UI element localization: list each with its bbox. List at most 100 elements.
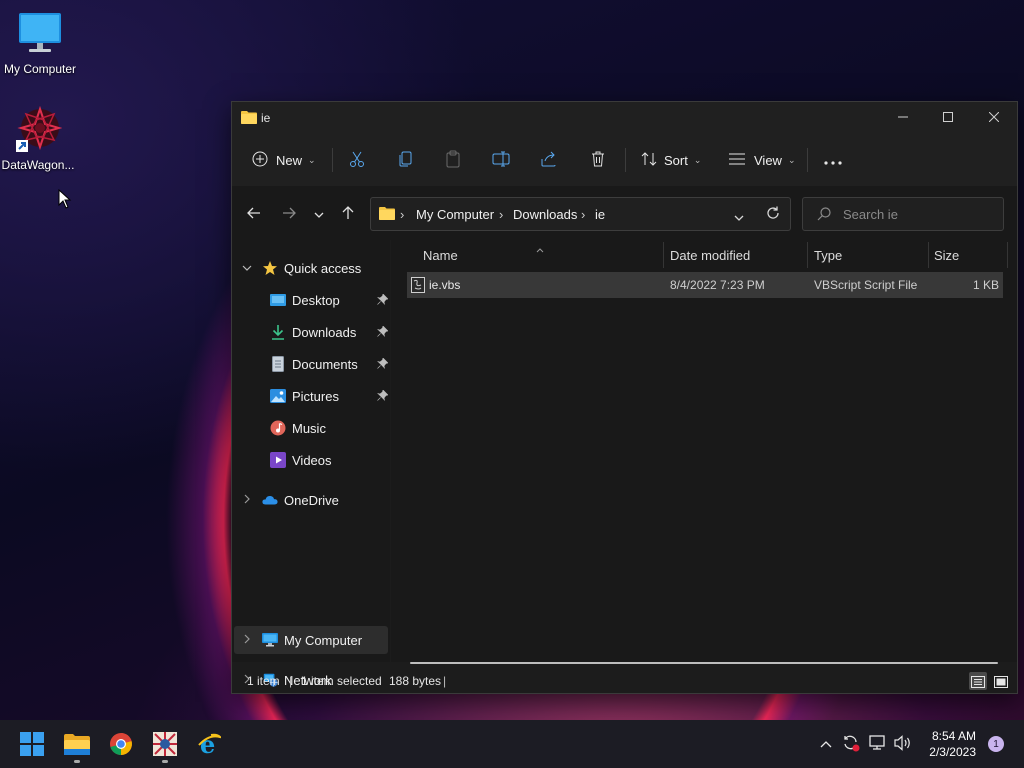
share-button[interactable] xyxy=(540,144,558,176)
column-header-size[interactable]: Size xyxy=(934,248,959,263)
delete-button[interactable] xyxy=(589,144,607,176)
folder-icon xyxy=(241,110,257,127)
taskbar-datawagon[interactable] xyxy=(145,728,185,763)
breadcrumb-downloads[interactable]: Downloads xyxy=(513,207,577,222)
scissors-icon xyxy=(348,150,366,171)
paste-button[interactable] xyxy=(444,144,462,176)
nav-my-computer[interactable]: My Computer xyxy=(262,626,362,654)
column-divider[interactable] xyxy=(1007,242,1008,268)
column-divider[interactable] xyxy=(807,242,808,268)
search-box[interactable]: Search ie xyxy=(802,197,1004,231)
tray-volume-icon[interactable] xyxy=(893,734,913,754)
nav-item-videos[interactable]: Videos xyxy=(270,446,332,474)
close-button[interactable] xyxy=(971,102,1017,132)
nav-label: Desktop xyxy=(292,292,340,308)
minimize-button[interactable] xyxy=(880,102,926,132)
music-icon xyxy=(270,420,286,436)
trash-icon xyxy=(589,150,607,171)
column-divider[interactable] xyxy=(663,242,664,268)
nav-quick-access[interactable]: Quick access xyxy=(262,254,361,282)
chevron-down-icon[interactable] xyxy=(242,263,252,274)
more-options-button[interactable] xyxy=(824,144,842,176)
start-button[interactable] xyxy=(12,728,52,762)
column-header-type[interactable]: Type xyxy=(814,248,842,263)
address-bar[interactable]: › My Computer › Downloads › ie xyxy=(370,197,791,231)
file-explorer-window: ie New ⌄ Sort ⌄ View ⌄ › My Computer › D… xyxy=(231,101,1018,694)
cut-button[interactable] xyxy=(348,144,366,176)
chevron-up-icon xyxy=(820,737,832,751)
status-bytes: 188 bytes xyxy=(389,674,442,688)
address-dropdown-button[interactable] xyxy=(734,210,744,224)
desktop-icon-datawagon[interactable]: DataWagon... xyxy=(0,105,78,172)
nav-item-documents[interactable]: Documents xyxy=(270,350,389,378)
back-button[interactable] xyxy=(242,204,266,224)
chevron-right-icon[interactable] xyxy=(244,494,250,507)
pin-icon xyxy=(377,293,389,308)
sort-label: Sort xyxy=(664,152,688,168)
sort-button[interactable]: Sort ⌄ xyxy=(640,144,701,176)
star-icon xyxy=(262,260,278,276)
nav-label: Pictures xyxy=(292,388,339,404)
large-icons-view-button[interactable] xyxy=(992,672,1010,690)
taskbar-file-explorer[interactable] xyxy=(57,728,97,763)
nav-label: Videos xyxy=(292,452,332,468)
status-divider: | xyxy=(443,674,447,688)
maximize-button[interactable] xyxy=(925,102,971,132)
nav-item-desktop[interactable]: Desktop xyxy=(270,286,389,314)
monitor-icon xyxy=(16,10,64,58)
title-bar[interactable]: ie xyxy=(232,102,1017,132)
horizontal-scrollbar[interactable] xyxy=(410,662,998,664)
pictures-icon xyxy=(270,388,286,404)
column-header-name[interactable]: Name xyxy=(423,248,458,263)
nav-item-music[interactable]: Music xyxy=(270,414,326,442)
view-label: View xyxy=(754,152,782,168)
breadcrumb-my-computer[interactable]: My Computer xyxy=(416,207,494,222)
desktop-icon-my-computer[interactable]: My Computer xyxy=(0,10,80,76)
nav-item-downloads[interactable]: Downloads xyxy=(270,318,389,346)
copy-button[interactable] xyxy=(397,144,415,176)
taskbar-internet-explorer[interactable]: e xyxy=(189,728,229,762)
forward-button[interactable] xyxy=(277,204,301,224)
clock-date: 2/3/2023 xyxy=(929,745,976,759)
new-label: New xyxy=(276,152,303,168)
arrow-right-icon xyxy=(282,207,296,222)
taskbar-chrome[interactable] xyxy=(101,728,141,762)
tiles-view-icon xyxy=(994,676,1008,691)
file-date-modified: 8/4/2022 7:23 PM xyxy=(670,278,765,292)
clipboard-icon xyxy=(444,150,462,171)
arrow-left-icon xyxy=(247,207,261,222)
file-row[interactable]: ie.vbs 8/4/2022 7:23 PM VBScript Script … xyxy=(407,272,1003,298)
tray-network-icon[interactable] xyxy=(868,734,888,754)
nav-item-pictures[interactable]: Pictures xyxy=(270,382,389,410)
datawagon-icon xyxy=(14,105,63,154)
search-input[interactable]: Search ie xyxy=(843,207,898,222)
status-divider: | xyxy=(289,674,293,688)
status-bar: 1 item | 1 item selected 188 bytes | xyxy=(232,670,1017,692)
speaker-icon xyxy=(894,734,912,754)
recent-locations-button[interactable] xyxy=(307,204,331,224)
toolbar-separator xyxy=(332,148,333,172)
column-header-date-modified[interactable]: Date modified xyxy=(670,248,750,263)
show-hidden-icons-button[interactable] xyxy=(816,734,836,754)
details-view-button[interactable] xyxy=(969,672,987,690)
vbscript-file-icon xyxy=(411,277,425,296)
up-button[interactable] xyxy=(336,204,360,224)
desktop-folder-icon xyxy=(270,292,286,308)
nav-label: Downloads xyxy=(292,324,357,340)
nav-onedrive[interactable]: OneDrive xyxy=(262,486,339,514)
rename-button[interactable] xyxy=(492,144,510,176)
chevron-down-icon: ⌄ xyxy=(693,154,702,165)
command-bar: New ⌄ Sort ⌄ View ⌄ xyxy=(232,132,1017,186)
column-divider[interactable] xyxy=(928,242,929,268)
view-button[interactable]: View ⌄ xyxy=(728,144,796,176)
nav-label: My Computer xyxy=(284,632,363,648)
status-item-count: 1 item xyxy=(247,674,280,688)
new-button[interactable]: New ⌄ xyxy=(252,144,316,176)
notification-badge[interactable]: 1 xyxy=(988,736,1004,752)
taskbar-clock[interactable]: 8:54 AM 2/3/2023 xyxy=(929,728,976,760)
refresh-button[interactable] xyxy=(766,206,780,223)
breadcrumb-ie[interactable]: ie xyxy=(595,207,605,222)
start-icon xyxy=(20,731,44,759)
tray-sync-icon[interactable] xyxy=(841,734,861,754)
chevron-right-icon[interactable] xyxy=(244,634,250,647)
